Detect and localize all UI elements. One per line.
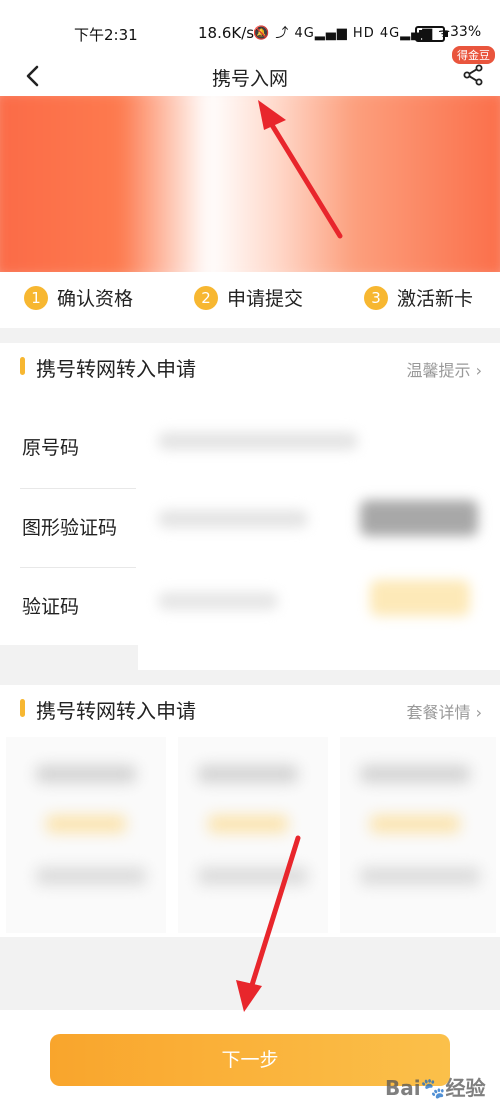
status-time: 下午2:31 (74, 26, 138, 44)
package-details-link[interactable]: 套餐详情 › (407, 699, 483, 723)
verification-code-label: 验证码 (22, 596, 80, 618)
step-confirm-eligibility: 1 确认资格 (24, 284, 133, 311)
package-option[interactable] (6, 737, 166, 933)
original-number-input[interactable] (158, 432, 358, 450)
status-network-speed: 18.6K/s (198, 24, 255, 42)
section-accent-bar (20, 699, 25, 717)
gold-bean-badge[interactable]: 得金豆 (452, 46, 495, 64)
divider (20, 488, 136, 489)
section-title: 携号转网转入申请 (36, 357, 196, 381)
battery-percent: 33% (450, 24, 482, 40)
tips-link-label: 温馨提示 (406, 361, 471, 380)
battery-icon (415, 26, 448, 42)
blurred-input-area (138, 400, 500, 670)
step-label: 确认资格 (57, 288, 134, 310)
baidu-jingyan-watermark: Bai🐾经验 (385, 1076, 486, 1100)
status-bar: 下午2:31 18.6K/s 🔕 ⤴ 4G▂▄▆ HD 4G▂▄▆ ᯤ 33% (0, 0, 500, 56)
promo-banner[interactable] (0, 96, 500, 272)
captcha-label: 图形验证码 (22, 517, 118, 539)
step-activate-card: 3 激活新卡 (364, 284, 473, 311)
step-label: 激活新卡 (397, 288, 474, 310)
captcha-image[interactable] (360, 500, 478, 536)
package-card: 携号转网转入申请 套餐详情 › (0, 685, 500, 937)
page-title: 携号入网 (211, 68, 288, 90)
footer-bar: 下一步 Bai🐾经验 (0, 1010, 500, 1111)
get-code-button[interactable] (370, 580, 470, 616)
navigation-bar: 携号入网 得金豆 (0, 46, 500, 96)
section-header: 携号转网转入申请 温馨提示 › (0, 343, 500, 393)
step-label: 申请提交 (227, 288, 304, 310)
section-title: 携号转网转入申请 (36, 699, 196, 723)
captcha-input[interactable] (158, 510, 308, 528)
step-number: 3 (364, 285, 388, 310)
step-number: 2 (194, 285, 218, 310)
share-icon[interactable] (462, 64, 484, 86)
banner-image (0, 96, 500, 272)
section-header: 携号转网转入申请 套餐详情 › (0, 685, 500, 735)
verification-code-input[interactable] (158, 592, 278, 610)
progress-steps: 1 确认资格 2 申请提交 3 激活新卡 (0, 272, 500, 328)
package-option[interactable] (178, 737, 328, 933)
package-details-label: 套餐详情 (406, 703, 471, 722)
step-submit-application: 2 申请提交 (194, 284, 303, 311)
original-number-label: 原号码 (22, 437, 80, 459)
divider (20, 567, 136, 568)
section-accent-bar (20, 357, 25, 375)
step-number: 1 (24, 285, 48, 310)
package-option[interactable] (340, 737, 496, 933)
tips-link[interactable]: 温馨提示 › (407, 357, 483, 381)
